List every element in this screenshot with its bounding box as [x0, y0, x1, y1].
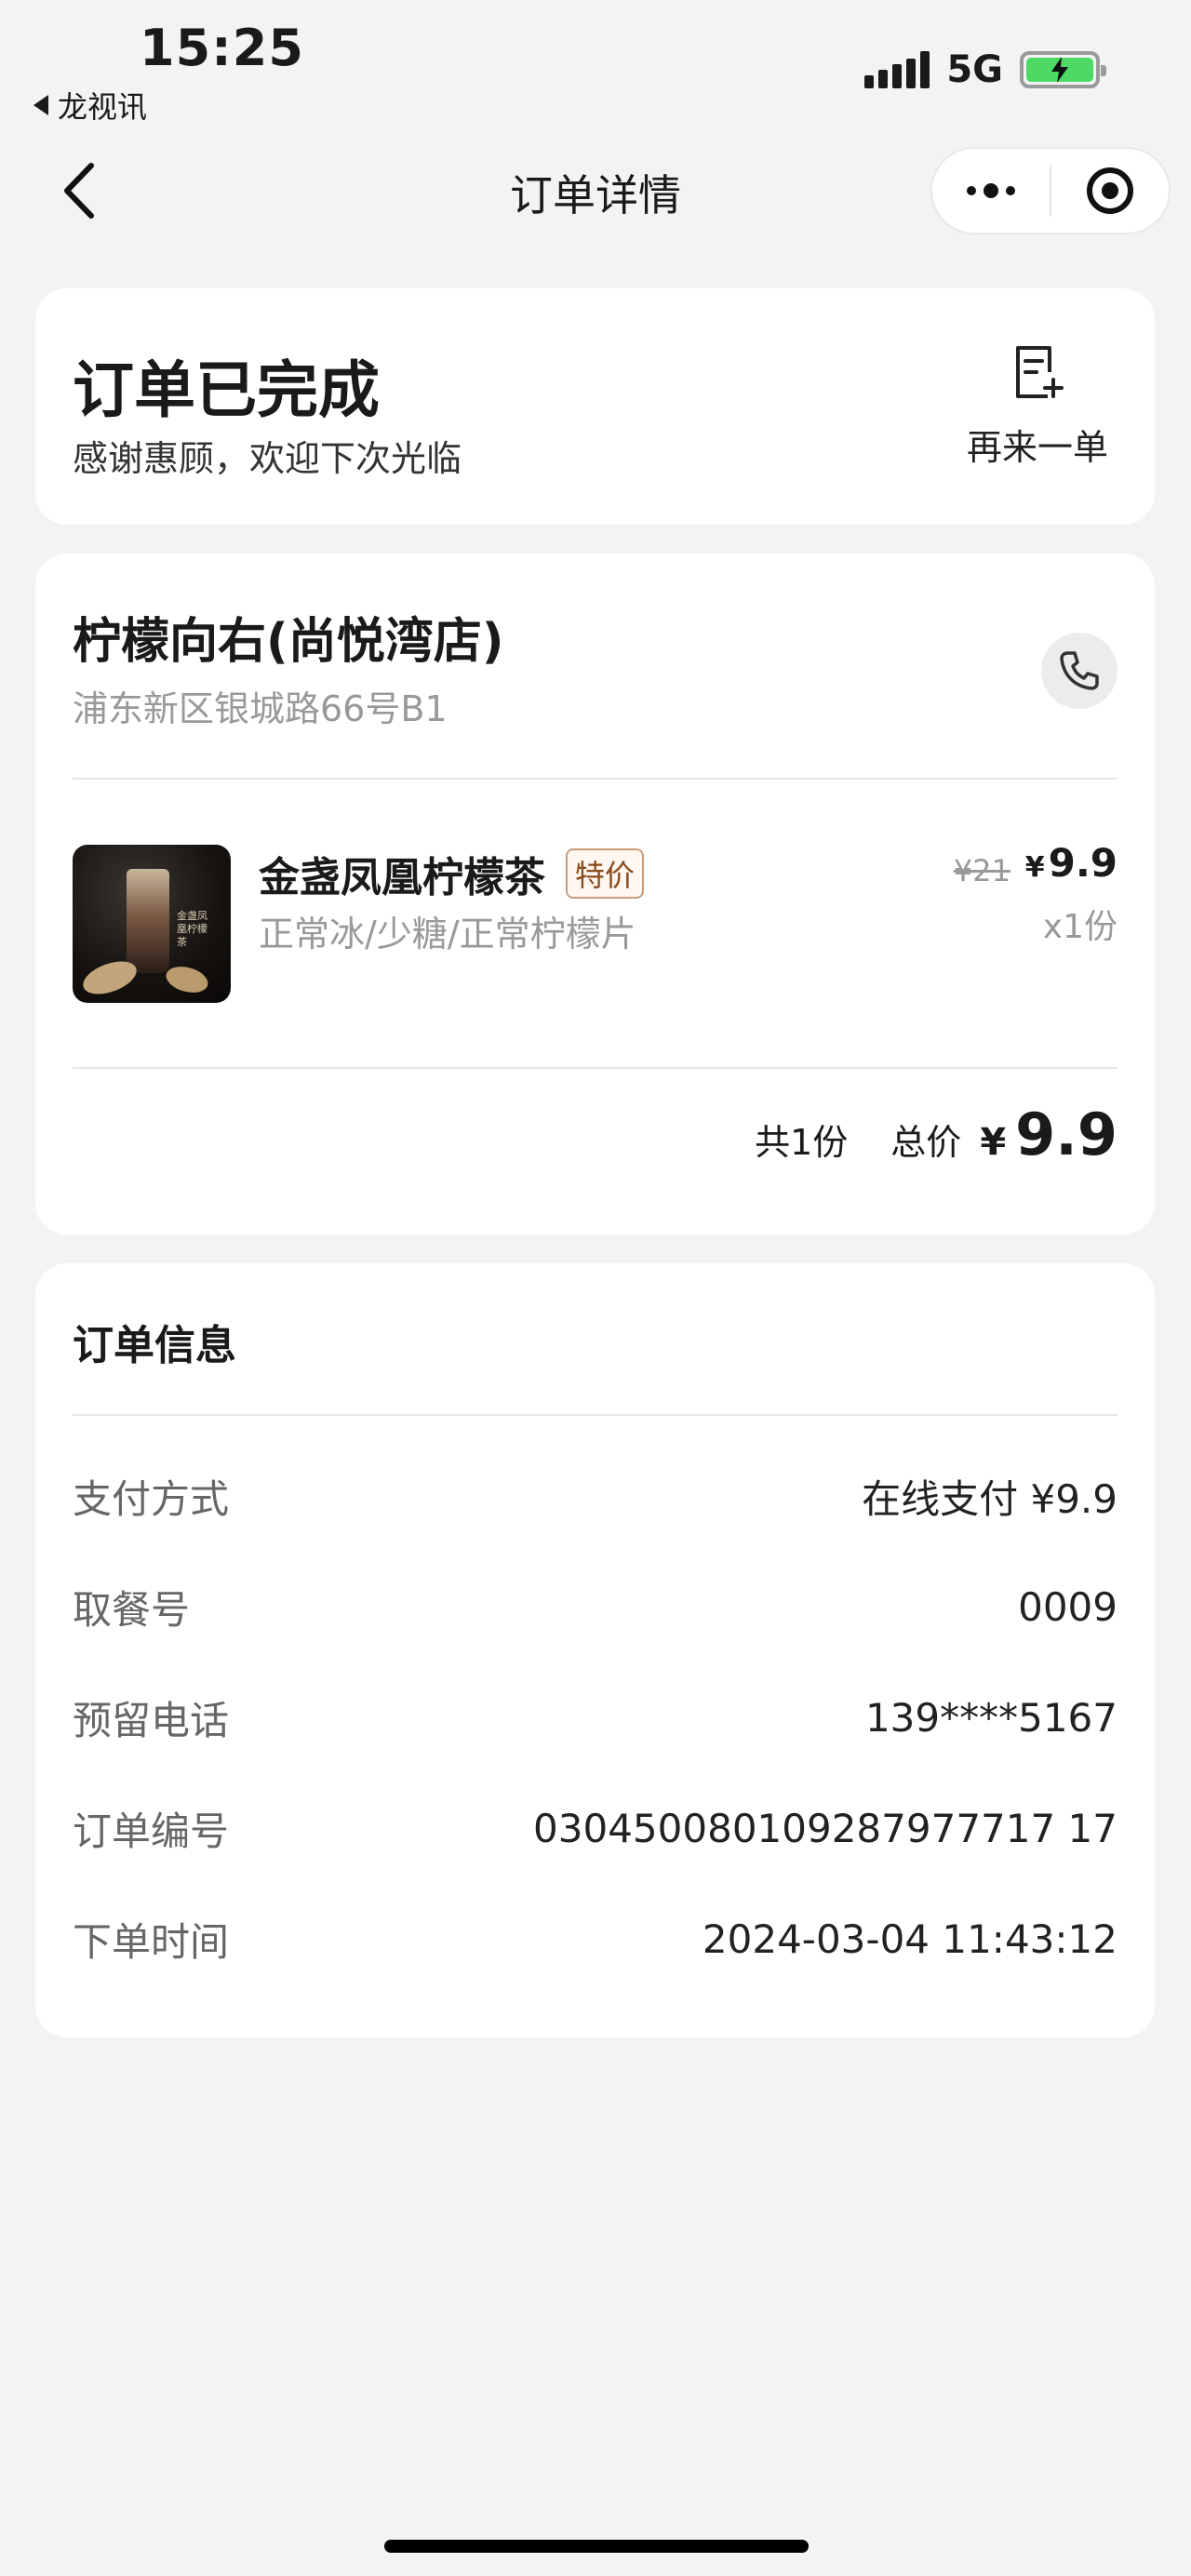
target-icon: [1087, 167, 1133, 214]
info-key: 支付方式: [73, 1475, 230, 1522]
order-status-card: 订单已完成 感谢惠顾，欢迎下次光临 再来一单: [35, 288, 1155, 525]
nav-bar: 订单详情: [0, 140, 1191, 242]
item-count: 共1份: [755, 1122, 849, 1163]
close-mini-program-button[interactable]: [1051, 149, 1169, 233]
order-total: 共1份 总价 ¥ 9.9: [755, 1101, 1117, 1168]
signal-icon: [864, 51, 930, 88]
home-indicator[interactable]: [384, 2540, 809, 2553]
info-key: 订单编号: [73, 1808, 230, 1854]
status-time: 15:25: [140, 19, 304, 77]
divider: [73, 1067, 1117, 1069]
total-currency: ¥: [980, 1121, 1007, 1164]
info-value: 在线支付 ¥9.9: [862, 1475, 1117, 1522]
info-key: 取餐号: [73, 1586, 191, 1633]
divider: [73, 1414, 1117, 1416]
info-value[interactable]: 030450080109287977717 17: [533, 1806, 1117, 1851]
mini-program-capsule: [930, 147, 1171, 234]
info-value: 139****5167: [864, 1694, 1117, 1741]
order-info-card: 订单信息 支付方式 在线支付 ¥9.9 取餐号 0009 预留电话 139***…: [35, 1263, 1155, 2037]
total-label: 总价: [890, 1122, 962, 1163]
product-name-row: 金盏凤凰柠檬茶 特价: [259, 844, 645, 903]
back-triangle-icon: [33, 95, 48, 115]
special-price-tag: 特价: [566, 848, 645, 899]
product-quantity: x1份: [1042, 908, 1117, 946]
divider: [73, 778, 1117, 780]
network-type: 5G: [946, 48, 1003, 91]
product-price: ¥9.9: [1024, 840, 1117, 886]
reorder-icon: [1016, 346, 1064, 398]
battery-icon: [1020, 51, 1106, 88]
order-info-title: 订单信息: [73, 1322, 236, 1369]
product-image: 金盏凤凰柠檬茶: [73, 845, 231, 1003]
info-row-phone: 预留电话 139****5167: [73, 1689, 1117, 1745]
store-name: 柠檬向右(尚悦湾店): [73, 614, 504, 670]
more-button[interactable]: [932, 149, 1050, 233]
store-address: 浦东新区银城路66号B1: [73, 688, 448, 729]
back-to-app-link[interactable]: 龙视讯: [33, 84, 147, 127]
info-value: 2024-03-04 11:43:12: [702, 1915, 1117, 1962]
info-row-payment: 支付方式 在线支付 ¥9.9: [73, 1468, 1117, 1524]
back-app-label: 龙视讯: [58, 89, 148, 125]
product-options: 正常冰/少糖/正常柠檬片: [259, 914, 636, 954]
reorder-label: 再来一单: [966, 427, 1108, 468]
order-items-card: 柠檬向右(尚悦湾店) 浦东新区银城路66号B1 金盏凤凰柠檬茶 金盏凤凰柠檬茶 …: [35, 554, 1155, 1235]
more-dots-icon: [967, 183, 1015, 198]
total-amount: 9.9: [1015, 1101, 1117, 1168]
status-indicators: 5G: [864, 48, 1106, 91]
info-row-order-number: 订单编号 030450080109287977717 17: [73, 1800, 1117, 1856]
product-name: 金盏凤凰柠檬茶: [259, 854, 545, 901]
status-bar: 15:25 龙视讯 5G: [0, 0, 1191, 130]
info-key: 下单时间: [73, 1918, 230, 1965]
original-price: ¥21: [953, 853, 1010, 888]
call-store-button[interactable]: [1041, 633, 1117, 709]
info-row-order-time: 下单时间 2024-03-04 11:43:12: [73, 1911, 1117, 1967]
reorder-button[interactable]: 再来一单: [963, 344, 1112, 470]
info-value: 0009: [1018, 1583, 1117, 1630]
phone-icon: [1060, 651, 1099, 690]
info-row-pickup-number: 取餐号 0009: [73, 1579, 1117, 1635]
info-key: 预留电话: [73, 1697, 230, 1743]
order-status-title: 订单已完成: [73, 354, 380, 426]
order-status-subtitle: 感谢惠顾，欢迎下次光临: [73, 438, 462, 479]
